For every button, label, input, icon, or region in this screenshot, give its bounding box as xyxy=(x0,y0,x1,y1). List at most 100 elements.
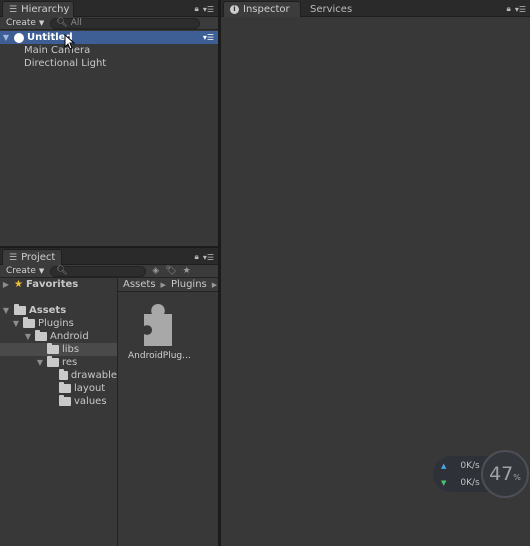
tree-item-android[interactable]: ▼ Android xyxy=(0,330,117,343)
expand-triangle-icon[interactable]: ▼ xyxy=(24,332,32,341)
filter-by-type-icon[interactable]: ◈ xyxy=(152,266,159,276)
folder-icon xyxy=(23,317,35,328)
breadcrumb-plugins[interactable]: Plugins xyxy=(171,279,207,290)
tree-label-drawable: drawable xyxy=(70,370,117,381)
plugin-puzzle-icon xyxy=(144,304,172,346)
lock-icon[interactable]: 🔒︎ xyxy=(507,4,511,14)
project-panel: ☰ Project 🔒︎ ▾☰ Create ▼ 🔍︎ ◈ 🏷︎ ★ ▶ ★ F… xyxy=(0,248,218,546)
tab-inspector-label: Inspector xyxy=(243,4,290,15)
list-icon: ☰ xyxy=(9,252,18,263)
upload-speed: 0K/s xyxy=(460,461,480,471)
breadcrumb-assets[interactable]: Assets xyxy=(123,279,156,290)
percent-unit: % xyxy=(513,472,521,482)
hierarchy-panel: ☰ Hierarchy 🔒︎ ▾☰ Create ▼ 🔍︎ All ▼ Unti… xyxy=(0,0,218,246)
unity-scene-icon xyxy=(14,32,24,43)
folder-icon xyxy=(47,356,59,367)
search-icon: 🔍︎ xyxy=(56,18,68,28)
tab-project-label: Project xyxy=(21,252,56,263)
menu-icon[interactable]: ▾☰ xyxy=(203,5,214,14)
tree-label-android: Android xyxy=(50,331,89,342)
tree-item-drawable[interactable]: drawable xyxy=(0,369,117,382)
scene-row[interactable]: ▼ Untitled ▾☰ xyxy=(0,31,218,44)
folder-icon xyxy=(35,330,47,341)
upload-arrow-icon: ▲ xyxy=(441,462,447,470)
project-create-button[interactable]: Create ▼ xyxy=(6,266,44,276)
tree-label-res: res xyxy=(62,357,78,368)
tab-hierarchy-label: Hierarchy xyxy=(21,4,70,15)
folder-icon xyxy=(47,343,59,354)
favorite-star-icon[interactable]: ★ xyxy=(183,266,191,276)
expand-triangle-icon[interactable]: ▶ xyxy=(2,280,10,289)
tree-item-assets[interactable]: ▼ Assets xyxy=(0,304,117,317)
hierarchy-tab-menu: 🔒︎ ▾☰ xyxy=(195,4,214,14)
inspector-tab-menu: 🔒︎ ▾☰ xyxy=(507,4,526,14)
scene-menu-icon[interactable]: ▾☰ xyxy=(203,33,214,42)
tab-services-label: Services xyxy=(310,4,353,15)
download-row: ▼ 0K/s xyxy=(441,478,480,488)
hierarchy-item-main-camera[interactable]: Main Camera xyxy=(0,44,218,57)
network-speed-widget: ▲ 0K/s ▼ 0K/s 47 % xyxy=(433,450,529,498)
expand-triangle-icon[interactable]: ▼ xyxy=(2,33,10,42)
percent-gauge: 47 % xyxy=(481,450,529,498)
tab-project[interactable]: ☰ Project xyxy=(2,249,62,265)
tree-item-libs[interactable]: libs xyxy=(0,343,117,356)
inspector-panel: i Inspector Services 🔒︎ ▾☰ ▲ 0K/s ▼ 0K/s… xyxy=(221,0,530,546)
tree-label-libs: libs xyxy=(62,344,80,355)
dropdown-arrow-icon: ▼ xyxy=(38,267,45,275)
expand-triangle-icon[interactable]: ▼ xyxy=(2,306,10,315)
tree-item-plugins[interactable]: ▼ Plugins xyxy=(0,317,117,330)
star-icon: ★ xyxy=(14,279,23,290)
tree-label-assets: Assets xyxy=(29,305,67,316)
hierarchy-create-button[interactable]: Create ▼ xyxy=(6,18,44,28)
tree-item-values[interactable]: values xyxy=(0,395,117,408)
project-tabbar: ☰ Project 🔒︎ ▾☰ xyxy=(0,248,218,265)
folder-icon xyxy=(59,369,68,380)
folder-icon xyxy=(14,304,26,315)
asset-name: AndroidPlug... xyxy=(128,351,191,361)
project-tab-menu: 🔒︎ ▾☰ xyxy=(195,252,214,262)
percent-value: 47 xyxy=(489,463,514,485)
tree-item-layout[interactable]: layout xyxy=(0,382,117,395)
download-arrow-icon: ▼ xyxy=(441,479,447,487)
tab-hierarchy[interactable]: ☰ Hierarchy xyxy=(2,1,74,17)
tab-services[interactable]: Services xyxy=(303,1,363,17)
project-tree: ▶ ★ Favorites ▼ Assets ▼ Plugins ▼ Andro… xyxy=(0,278,117,546)
project-search-input[interactable]: 🔍︎ xyxy=(50,265,147,277)
project-column-divider[interactable] xyxy=(117,278,118,546)
lock-icon[interactable]: 🔒︎ xyxy=(195,4,199,14)
hierarchy-toolbar: Create ▼ 🔍︎ All xyxy=(0,17,218,30)
panel-divider-horizontal[interactable] xyxy=(0,246,218,248)
breadcrumb: Assets ▶ Plugins ▶ xyxy=(118,278,218,292)
hierarchy-search-input[interactable]: 🔍︎ All xyxy=(50,17,201,29)
tree-item-res[interactable]: ▼ res xyxy=(0,356,117,369)
search-icon: 🔍︎ xyxy=(56,266,68,276)
project-create-label: Create xyxy=(6,266,36,276)
hierarchy-tabbar: ☰ Hierarchy 🔒︎ ▾☰ xyxy=(0,0,218,17)
breadcrumb-separator-icon: ▶ xyxy=(211,280,218,289)
tab-inspector[interactable]: i Inspector xyxy=(223,1,301,17)
folder-icon xyxy=(59,395,71,406)
expand-triangle-icon[interactable]: ▼ xyxy=(36,358,44,367)
hierarchy-item-directional-light[interactable]: Directional Light xyxy=(0,57,218,70)
dropdown-arrow-icon: ▼ xyxy=(38,19,45,27)
asset-item[interactable]: AndroidPlug... xyxy=(128,300,191,370)
tree-item-favorites[interactable]: ▶ ★ Favorites xyxy=(0,278,117,291)
hierarchy-item-label: Directional Light xyxy=(24,58,107,69)
menu-icon[interactable]: ▾☰ xyxy=(203,253,214,262)
mouse-cursor-icon xyxy=(64,34,76,50)
expand-triangle-icon[interactable]: ▼ xyxy=(12,319,20,328)
download-speed: 0K/s xyxy=(460,478,480,488)
tree-label-favorites: Favorites xyxy=(25,279,79,290)
lock-icon[interactable]: 🔒︎ xyxy=(195,252,199,262)
project-toolbar: Create ▼ 🔍︎ ◈ 🏷︎ ★ xyxy=(0,265,218,278)
upload-row: ▲ 0K/s xyxy=(441,461,480,471)
filter-by-label-icon[interactable]: 🏷︎ xyxy=(165,266,176,276)
inspector-tabbar: i Inspector Services 🔒︎ ▾☰ xyxy=(221,0,530,17)
info-icon: i xyxy=(230,5,239,14)
tree-label-plugins: Plugins xyxy=(38,318,74,329)
hierarchy-search-placeholder: All xyxy=(70,18,82,28)
breadcrumb-separator-icon: ▶ xyxy=(160,280,166,289)
list-icon: ☰ xyxy=(9,4,18,15)
menu-icon[interactable]: ▾☰ xyxy=(515,5,526,14)
hierarchy-item-label: Main Camera xyxy=(24,45,91,56)
